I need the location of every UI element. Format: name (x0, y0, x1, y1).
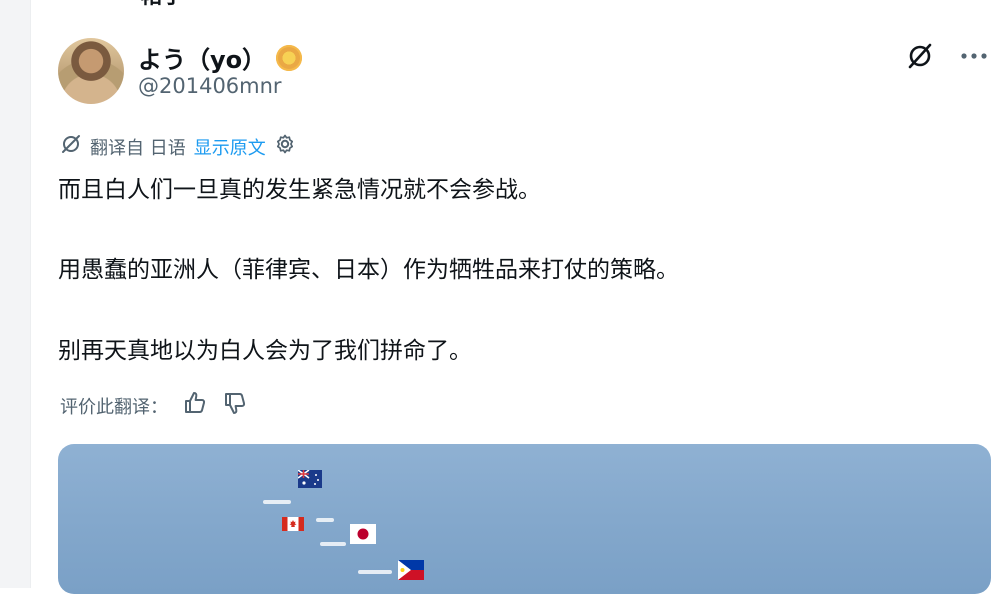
translation-label: 翻译自 日语 (90, 137, 186, 159)
translation-settings-icon[interactable] (274, 133, 296, 160)
author-handle[interactable]: @201406mnr (138, 74, 282, 98)
author-name-row: よう（yo） (138, 40, 303, 75)
thumbs-up-icon[interactable] (182, 390, 208, 421)
australia-flag-icon (298, 470, 322, 488)
ship-wake (263, 500, 291, 504)
japan-flag-icon (350, 524, 376, 544)
avatar[interactable] (58, 38, 124, 104)
grok-translate-icon (60, 133, 82, 160)
canada-flag-icon (282, 517, 304, 531)
gold-badge-icon (276, 44, 303, 71)
post-media-image[interactable] (58, 444, 991, 594)
ship-wake (320, 542, 346, 546)
rate-translation-label: 评价此翻译： (60, 396, 168, 418)
page-header: ← 帖子 (60, 0, 184, 9)
post-text-line-1: 而且白人们一旦真的发生紧急情况就不会参战。 (58, 177, 541, 203)
grok-icon[interactable] (904, 40, 936, 72)
translation-bar: 翻译自 日语 显示原文 (60, 133, 296, 160)
page-title: 帖子 (140, 0, 184, 10)
back-button[interactable]: ← (60, 0, 80, 8)
philippines-flag-icon (398, 560, 424, 580)
more-options-icon[interactable] (958, 40, 990, 72)
ship-wake (358, 570, 392, 574)
thumbs-down-icon[interactable] (222, 390, 248, 421)
left-rail (0, 0, 31, 588)
rate-translation-row: 评价此翻译： (60, 390, 248, 421)
post-text-line-2: 用愚蠢的亚洲人（菲律宾、日本）作为牺牲品来打仗的策略。 (58, 257, 679, 283)
author-display-name[interactable]: よう（yo） (138, 40, 266, 75)
post-actions-top (904, 40, 990, 72)
post-text-line-3: 别再天真地以为白人会为了我们拼命了。 (58, 338, 472, 364)
ship-wake (316, 518, 334, 522)
show-original-link[interactable]: 显示原文 (194, 134, 266, 160)
